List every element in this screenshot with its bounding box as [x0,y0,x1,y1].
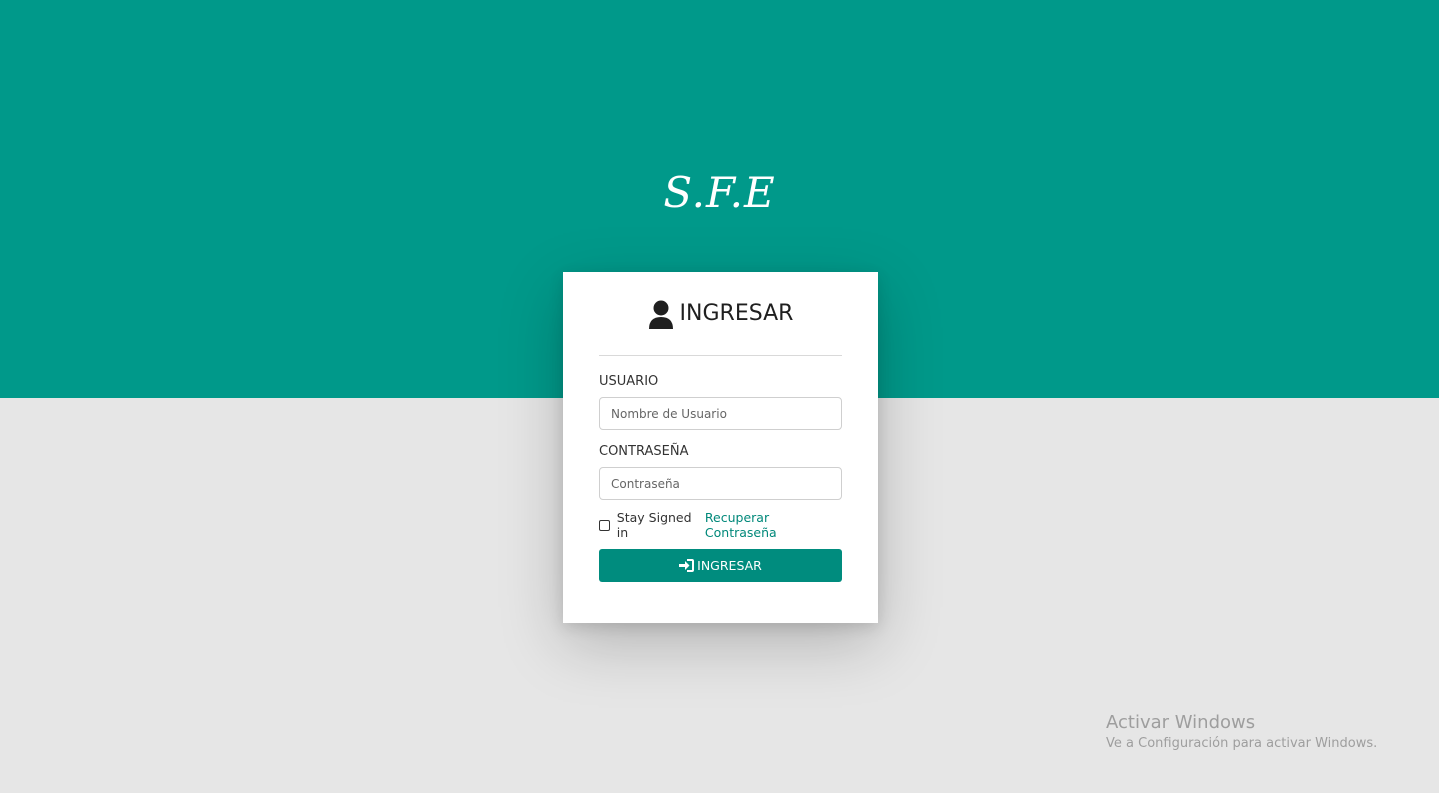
stay-signed-in-checkbox[interactable] [599,519,610,531]
login-card-header: INGRESAR [599,272,842,356]
user-icon [648,300,673,329]
stay-signed-in[interactable]: Stay Signed in [599,510,705,540]
options-row: Stay Signed in Recuperar Contraseña [599,510,842,540]
watermark-title: Activar Windows [1106,712,1256,733]
login-title: INGRESAR [679,301,794,326]
stay-signed-in-label[interactable]: Stay Signed in [617,510,705,540]
recover-password-link[interactable]: Recuperar Contraseña [705,510,842,540]
login-card: INGRESAR USUARIO CONTRASEÑA Stay Signed … [563,272,878,623]
login-button[interactable]: INGRESAR [599,549,842,582]
watermark-subtitle: Ve a Configuración para activar Windows. [1106,736,1378,751]
brand-logo: S.F.E [663,168,776,217]
login-page: S.F.E INGRESAR USUARIO CONTRASEÑA Stay S… [0,0,1439,793]
password-label: CONTRASEÑA [599,444,689,459]
username-input[interactable] [599,397,842,430]
windows-activation-watermark: Activar Windows Ve a Configuración para … [1106,712,1377,751]
password-input[interactable] [599,467,842,500]
username-label: USUARIO [599,374,659,389]
sign-in-icon [679,559,695,572]
login-button-label: INGRESAR [697,558,762,573]
